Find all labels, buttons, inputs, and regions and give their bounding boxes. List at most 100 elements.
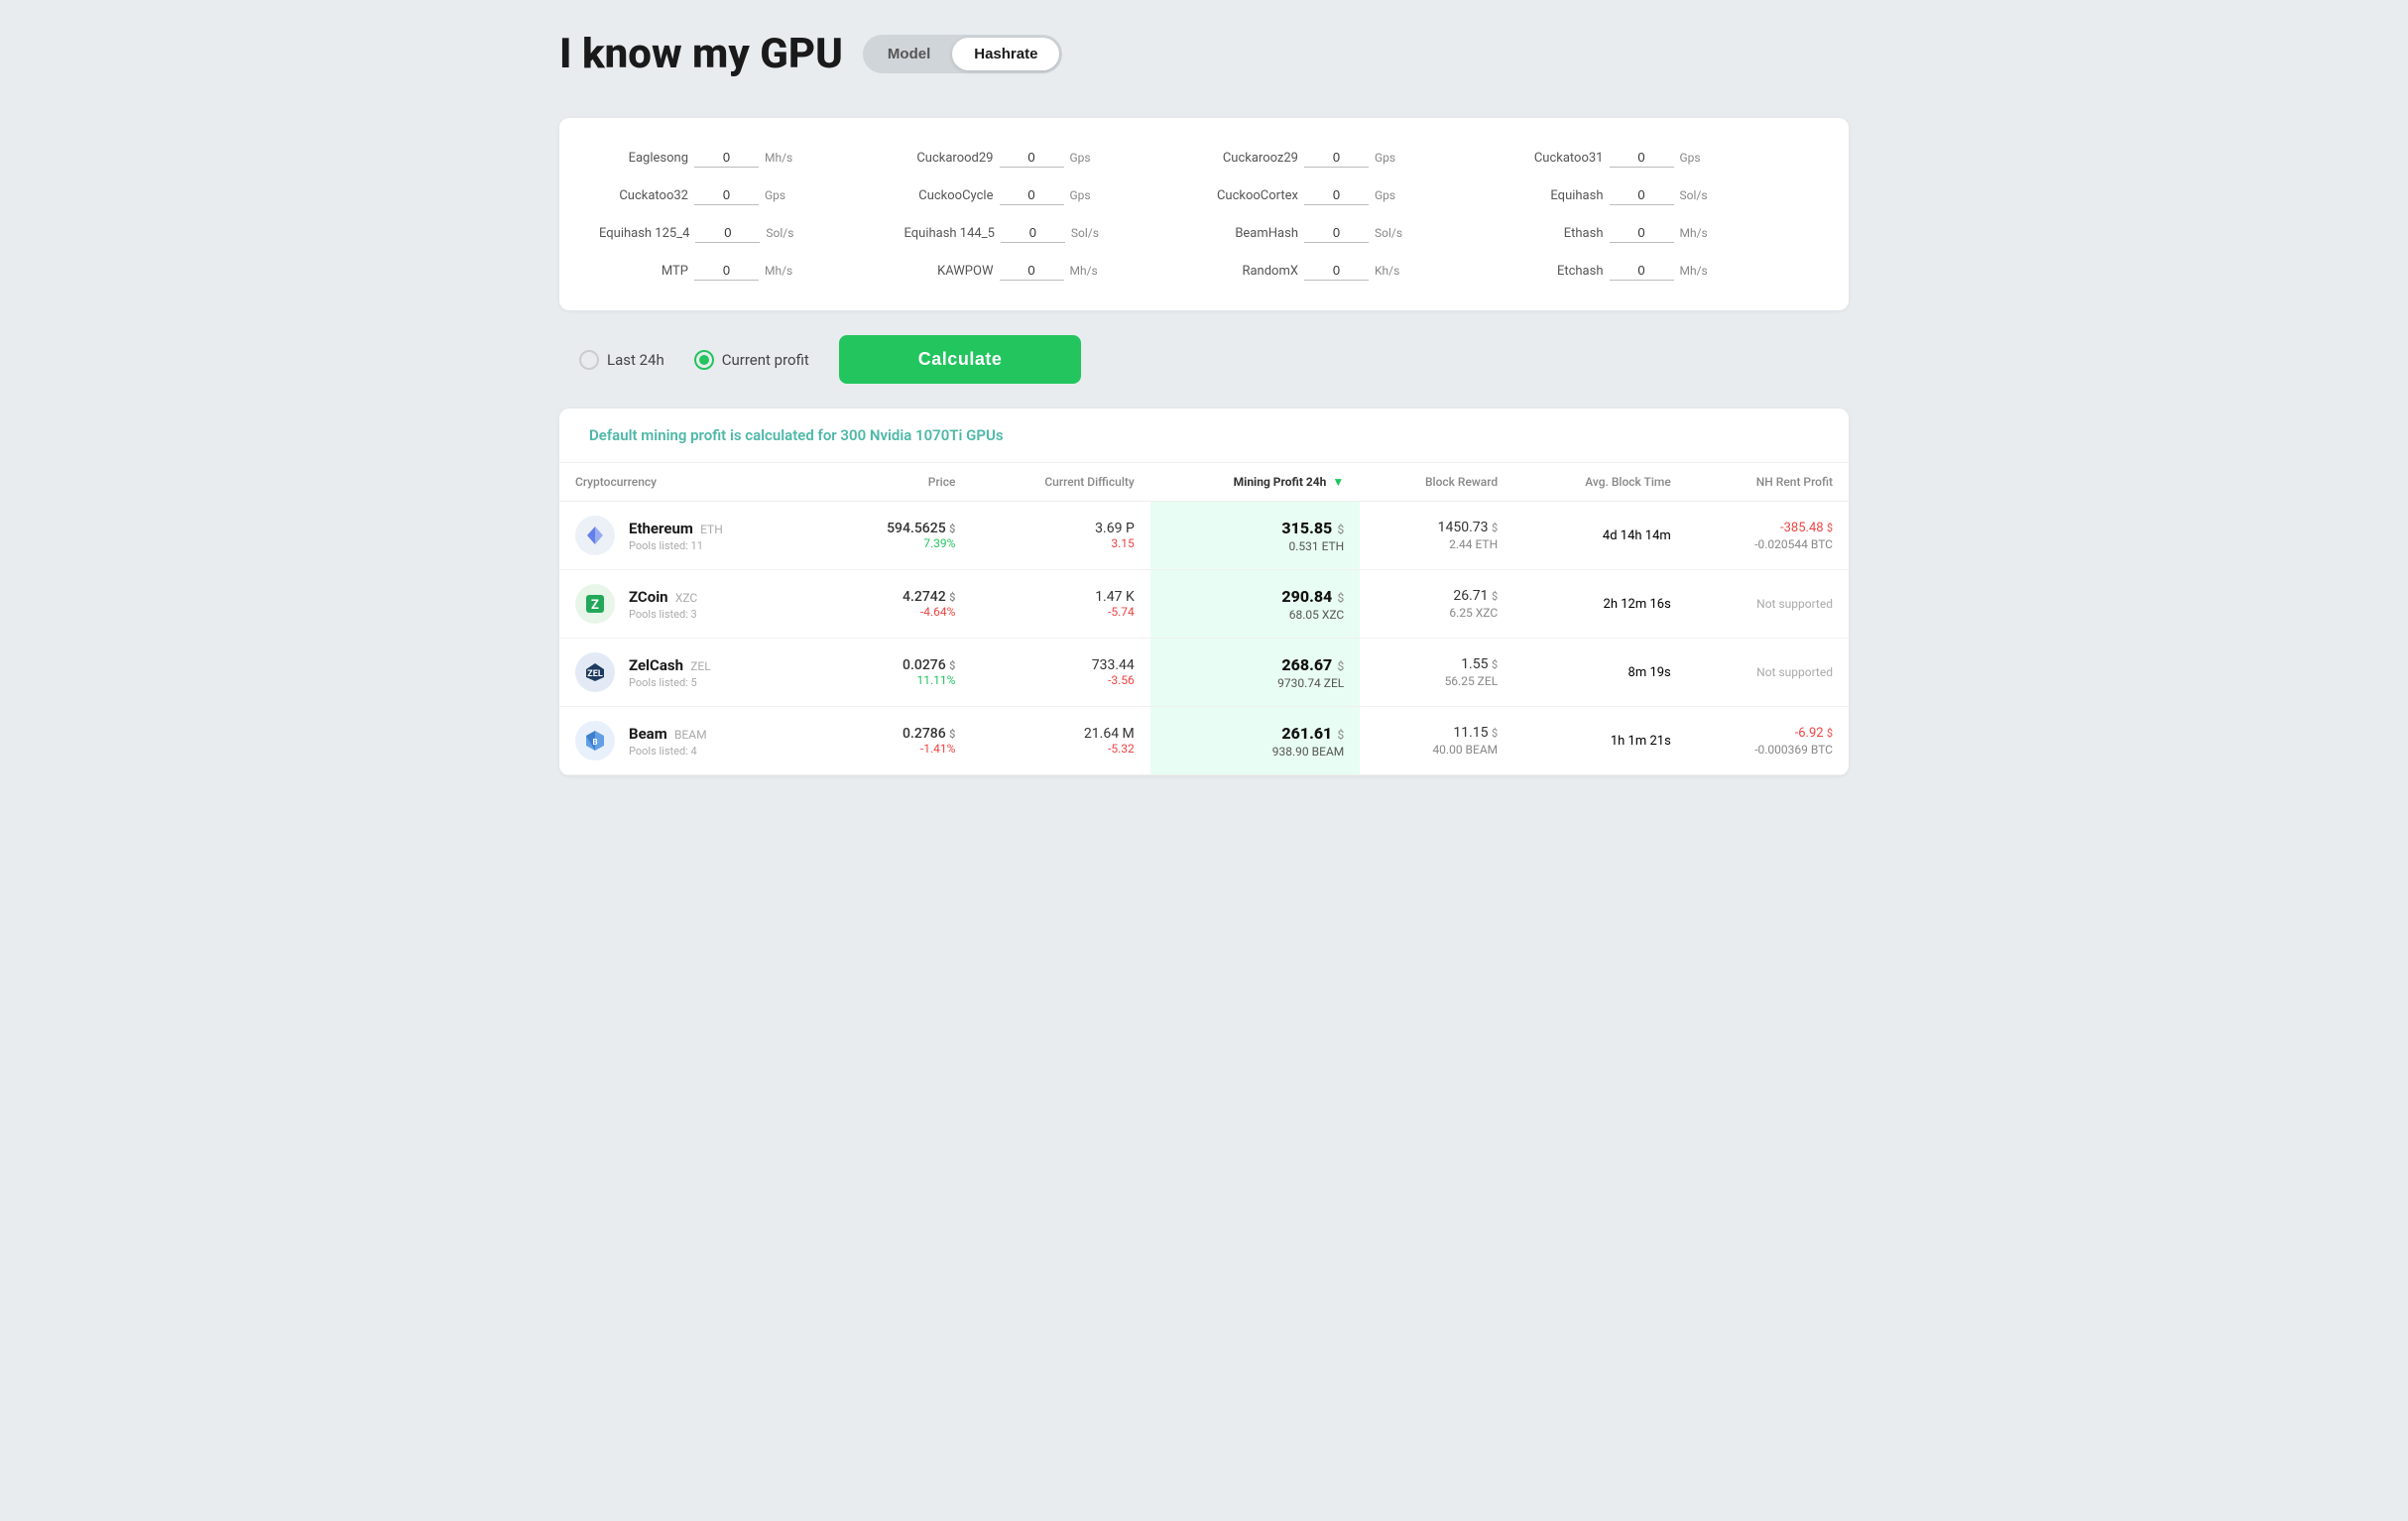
hash-input[interactable]: [1000, 185, 1064, 205]
profit-dollar: $: [1338, 523, 1345, 536]
model-toggle-btn[interactable]: Model: [866, 38, 952, 70]
price-main: 4.2742 $: [839, 589, 955, 605]
coin-pools: Pools listed: 3: [629, 608, 697, 621]
radio-current-text: Current profit: [722, 351, 809, 369]
difficulty-main: 3.69 P: [987, 521, 1134, 536]
avg-block-time-cell: 4d 14h 14m: [1513, 502, 1687, 570]
hash-field-equihash-144_5: Equihash 144_5 Sol/s: [904, 223, 1200, 243]
profit-dollar: $: [1338, 728, 1345, 742]
hashrate-grid: Eaglesong Mh/s Cuckarood29 Gps Cuckarooz…: [599, 148, 1809, 281]
hash-label: BeamHash: [1209, 226, 1298, 241]
hash-input[interactable]: [1610, 223, 1674, 243]
block-reward-main: 11.15 $: [1376, 725, 1498, 741]
table-row[interactable]: Ethereum ETH Pools listed: 11 594.5625 $…: [559, 502, 1849, 570]
difficulty-sub: -5.74: [987, 605, 1134, 619]
coin-cell: B Beam BEAM Pools listed: 4: [559, 707, 823, 775]
avg-block-time: 1h 1m 21s: [1611, 734, 1671, 749]
hash-input[interactable]: [694, 185, 759, 205]
difficulty-cell: 733.44 -3.56: [971, 639, 1149, 707]
hash-label: MTP: [599, 264, 688, 279]
page-title: I know my GPU: [559, 30, 843, 78]
hash-field-ethash: Ethash Mh/s: [1514, 223, 1810, 243]
eth-icon: [575, 516, 615, 555]
hash-input[interactable]: [1610, 148, 1674, 168]
hash-field-cuckatoo31: Cuckatoo31 Gps: [1514, 148, 1810, 168]
block-reward-cell: 26.71 $ 6.25 XZC: [1360, 570, 1513, 639]
hash-field-mtp: MTP Mh/s: [599, 261, 895, 281]
hash-input[interactable]: [1001, 223, 1065, 243]
hash-input[interactable]: [1000, 148, 1064, 168]
hash-input[interactable]: [1000, 261, 1064, 281]
difficulty-sub: -5.32: [987, 742, 1134, 756]
coin-cell: ZEL ZelCash ZEL Pools listed: 5: [559, 639, 823, 707]
table-row[interactable]: ZEL ZelCash ZEL Pools listed: 5 0.0276 $…: [559, 639, 1849, 707]
hash-unit: Sol/s: [1680, 188, 1708, 202]
col-mining-profit[interactable]: Mining Profit 24h ▼: [1150, 463, 1360, 502]
radio-current-circle: [694, 350, 714, 370]
block-reward-main: 1.55 $: [1376, 656, 1498, 672]
controls-row: Last 24h Current profit Calculate: [579, 335, 1849, 384]
nh-profit-sub: -0.020544 BTC: [1703, 537, 1833, 551]
hash-input[interactable]: [1610, 261, 1674, 281]
table-row[interactable]: Z ZCoin XZC Pools listed: 3 4.2742 $ -4.…: [559, 570, 1849, 639]
nh-profit-cell: -6.92 $ -0.000369 BTC: [1687, 707, 1849, 775]
radio-last24-label[interactable]: Last 24h: [579, 350, 664, 370]
table-row[interactable]: B Beam BEAM Pools listed: 4 0.2786 $ -1.…: [559, 707, 1849, 775]
difficulty-cell: 1.47 K -5.74: [971, 570, 1149, 639]
hash-field-kawpow: KAWPOW Mh/s: [904, 261, 1200, 281]
hash-input[interactable]: [1304, 148, 1369, 168]
hash-input[interactable]: [1304, 261, 1369, 281]
hash-input[interactable]: [1610, 185, 1674, 205]
profit-cell: 290.84 $ 68.05 XZC: [1150, 570, 1360, 639]
col-difficulty: Current Difficulty: [971, 463, 1149, 502]
radio-current-label[interactable]: Current profit: [694, 350, 809, 370]
col-nh-profit: NH Rent Profit: [1687, 463, 1849, 502]
coin-ticker: ZEL: [690, 659, 710, 673]
col-price: Price: [823, 463, 971, 502]
radio-last24-text: Last 24h: [607, 351, 664, 369]
page-wrapper: I know my GPU Model Hashrate Eaglesong M…: [559, 20, 1849, 775]
coin-ticker: BEAM: [674, 728, 707, 742]
hash-label: Etchash: [1514, 264, 1604, 279]
radio-last24-circle: [579, 350, 599, 370]
block-reward-cell: 1450.73 $ 2.44 ETH: [1360, 502, 1513, 570]
difficulty-main: 21.64 M: [987, 726, 1134, 742]
price-change: -1.41%: [839, 742, 955, 756]
hash-input[interactable]: [1304, 223, 1369, 243]
hash-unit: Sol/s: [766, 226, 793, 240]
price-change: 11.11%: [839, 673, 955, 687]
nh-profit-cell: Not supported: [1687, 570, 1849, 639]
profit-sub: 938.90 BEAM: [1166, 745, 1344, 759]
hash-unit: Gps: [1070, 188, 1091, 202]
hash-input[interactable]: [694, 261, 759, 281]
hash-unit: Gps: [1375, 151, 1395, 165]
coin-cell: Z ZCoin XZC Pools listed: 3: [559, 570, 823, 639]
hash-input[interactable]: [1304, 185, 1369, 205]
hash-label: Equihash: [1514, 188, 1604, 203]
calculate-button[interactable]: Calculate: [839, 335, 1082, 384]
svg-text:Z: Z: [591, 598, 599, 613]
profit-main: 315.85: [1281, 519, 1332, 537]
avg-block-time: 2h 12m 16s: [1604, 597, 1671, 612]
table-header-row: Cryptocurrency Price Current Difficulty …: [559, 463, 1849, 502]
hash-input[interactable]: [695, 223, 760, 243]
coin-name: ZelCash: [629, 656, 683, 674]
hashrate-toggle-btn[interactable]: Hashrate: [952, 38, 1059, 70]
coin-name: ZCoin: [629, 588, 668, 606]
nh-profit-cell: -385.48 $ -0.020544 BTC: [1687, 502, 1849, 570]
block-reward-sub: 2.44 ETH: [1376, 537, 1498, 551]
coin-ticker: ETH: [700, 523, 723, 536]
profit-dollar: $: [1338, 659, 1345, 673]
hash-label: Equihash 125_4: [599, 226, 689, 241]
hash-unit: Gps: [1070, 151, 1091, 165]
coin-name: Ethereum: [629, 520, 693, 537]
block-reward-cell: 1.55 $ 56.25 ZEL: [1360, 639, 1513, 707]
hash-field-cuckarooz29: Cuckarooz29 Gps: [1209, 148, 1505, 168]
hash-field-randomx: RandomX Kh/s: [1209, 261, 1505, 281]
block-reward-cell: 11.15 $ 40.00 BEAM: [1360, 707, 1513, 775]
difficulty-main: 1.47 K: [987, 589, 1134, 605]
hash-field-beamhash: BeamHash Sol/s: [1209, 223, 1505, 243]
hash-input[interactable]: [694, 148, 759, 168]
price-change: 7.39%: [839, 536, 955, 550]
hash-label: Equihash 144_5: [904, 226, 995, 241]
